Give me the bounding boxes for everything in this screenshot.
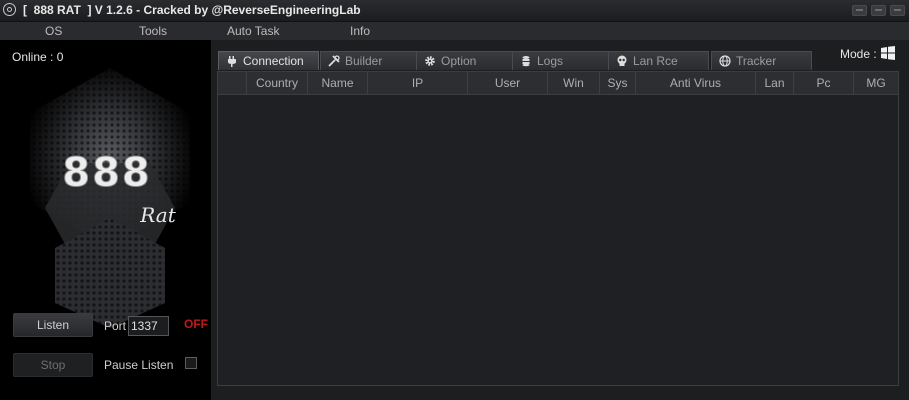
pause-listen-label: Pause Listen [104,358,174,372]
menu-auto-task[interactable]: Auto Task [227,24,279,38]
column-header-pc[interactable]: Pc [794,72,854,94]
column-header-mg[interactable]: MG [854,72,898,94]
logo-rat: Rat [139,203,176,227]
gear-icon [425,56,435,66]
menu-bar: OS Tools Auto Task Info [0,22,909,40]
tab-label: Lan Rce [633,54,678,68]
plug-icon [228,56,236,67]
column-header-name[interactable]: Name [308,72,368,94]
tab-label: Logs [537,54,564,68]
minimize-button[interactable] [852,5,867,16]
rat-logo: 888 Rat [30,68,190,328]
tab-builder[interactable]: Builder [320,51,421,70]
close-button[interactable] [890,5,905,16]
pause-listen-checkbox[interactable] [185,357,197,369]
menu-os[interactable]: OS [45,24,62,38]
port-label: Port [104,319,127,333]
listen-status-badge: OFF [184,317,208,331]
column-header-win[interactable]: Win [548,72,600,94]
menu-tools[interactable]: Tools [139,24,167,38]
column-header-ip[interactable]: IP [368,72,468,94]
window-title: [ 888 RAT ] V 1.2.6 - Cracked by @Revers… [23,3,361,17]
tab-tracker[interactable]: Tracker [711,51,812,70]
app-icon[interactable] [3,3,16,16]
tab-connection[interactable]: Connection [218,51,319,70]
menu-info[interactable]: Info [350,24,370,38]
column-header-country[interactable]: Country [247,72,308,94]
tab-logs[interactable]: Logs [512,51,613,70]
column-header-select[interactable] [218,72,247,94]
windows-icon[interactable] [881,46,895,60]
mode-label: Mode : [840,47,877,61]
column-header-antivirus[interactable]: Anti Virus [636,72,756,94]
stop-button[interactable]: Stop [13,353,93,377]
column-header-user[interactable]: User [468,72,548,94]
column-header-lan[interactable]: Lan [756,72,794,94]
tab-label: Builder [345,54,383,68]
left-panel: Online : 0 888 Rat Listen Port OFF Stop … [0,40,211,400]
globe-icon [719,55,731,67]
tab-lan-rce[interactable]: Lan Rce [608,51,709,70]
logo-888: 888 [62,150,152,196]
tab-label: Tracker [736,54,777,68]
tab-label: Connection [243,54,304,68]
tab-option[interactable]: Option [416,51,517,70]
database-icon [522,56,530,67]
connections-table[interactable]: Country Name IP User Win Sys Anti Virus … [217,71,899,386]
tab-label: Option [441,54,477,68]
maximize-button[interactable] [871,5,886,16]
listen-button[interactable]: Listen [13,313,93,337]
tools-icon [328,55,340,67]
online-count: Online : 0 [12,50,64,64]
port-input[interactable] [128,316,169,336]
table-header: Country Name IP User Win Sys Anti Virus … [218,72,898,95]
title-bar: [ 888 RAT ] V 1.2.6 - Cracked by @Revers… [0,0,909,22]
skull-icon [617,55,627,66]
column-header-sys[interactable]: Sys [600,72,636,94]
